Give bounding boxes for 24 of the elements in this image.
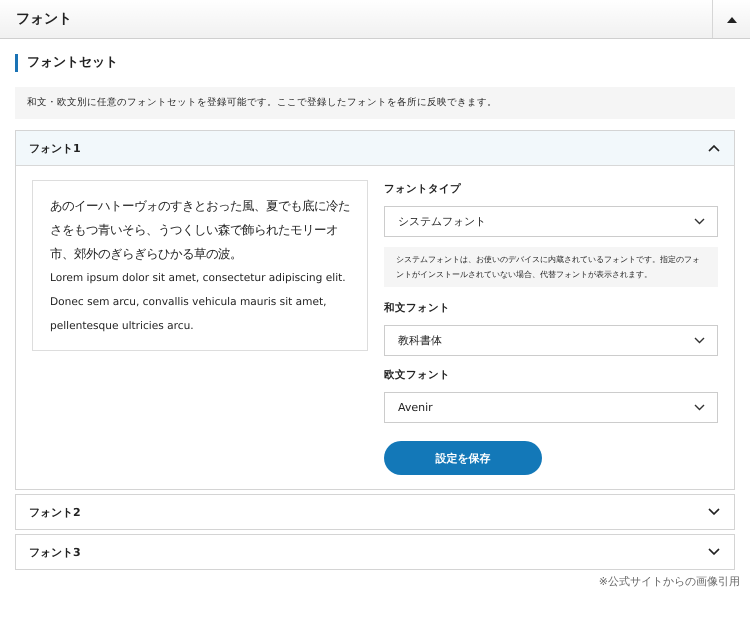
select-field[interactable]: システムフォント [384, 206, 718, 237]
accordion-header[interactable]: フォント1 [16, 131, 734, 166]
chevron-icon [694, 404, 705, 411]
chevron-icon [694, 218, 705, 225]
save-button[interactable]: 設定を保存 [384, 441, 542, 475]
chevron-icon [694, 337, 705, 344]
chevron-icon [708, 508, 720, 516]
preview-text: Lorem ipsum dolor sit amet, consectetur adipiscing elit. Donec sem arcu, convallis vehicula mauris sit amet, pellentesque ultricies arcu. [50, 271, 347, 334]
accordion-header[interactable]: フォント3 [16, 535, 734, 569]
chevron-icon [708, 144, 720, 152]
field-label: フォントタイプ [384, 182, 462, 196]
section-title: フォントセット [15, 54, 735, 72]
accordion-header[interactable]: フォント2 [16, 495, 734, 529]
select-field[interactable]: 教科書体 [384, 325, 718, 356]
caption: ※公式サイトからの画像引用 [598, 574, 741, 589]
select-field[interactable]: Avenir [384, 392, 718, 423]
preview-text: あのイーハトーヴォのすきとおった風、夏でも底に冷たさをもつ青いそら、うつくしい森で飾られたモリーオ市、郊外のぎらぎらひかる草の波。 [50, 198, 350, 263]
description: 和文・欧文別に任意のフォントセットを登録可能です。ここで登録したフォントを各所に反映できます。 [15, 87, 735, 119]
help-note: システムフォントは、お使いのデバイスに内蔵されているフォントです。指定のフォントがインストールされていない場合、代替フォントが表示されます。 [384, 247, 718, 287]
field-label: 欧文フォント [384, 368, 451, 382]
field-label: 和文フォント [384, 301, 451, 315]
chevron-icon [708, 548, 720, 556]
triangle-icon [726, 16, 736, 22]
panel-title: フォント [15, 10, 73, 29]
